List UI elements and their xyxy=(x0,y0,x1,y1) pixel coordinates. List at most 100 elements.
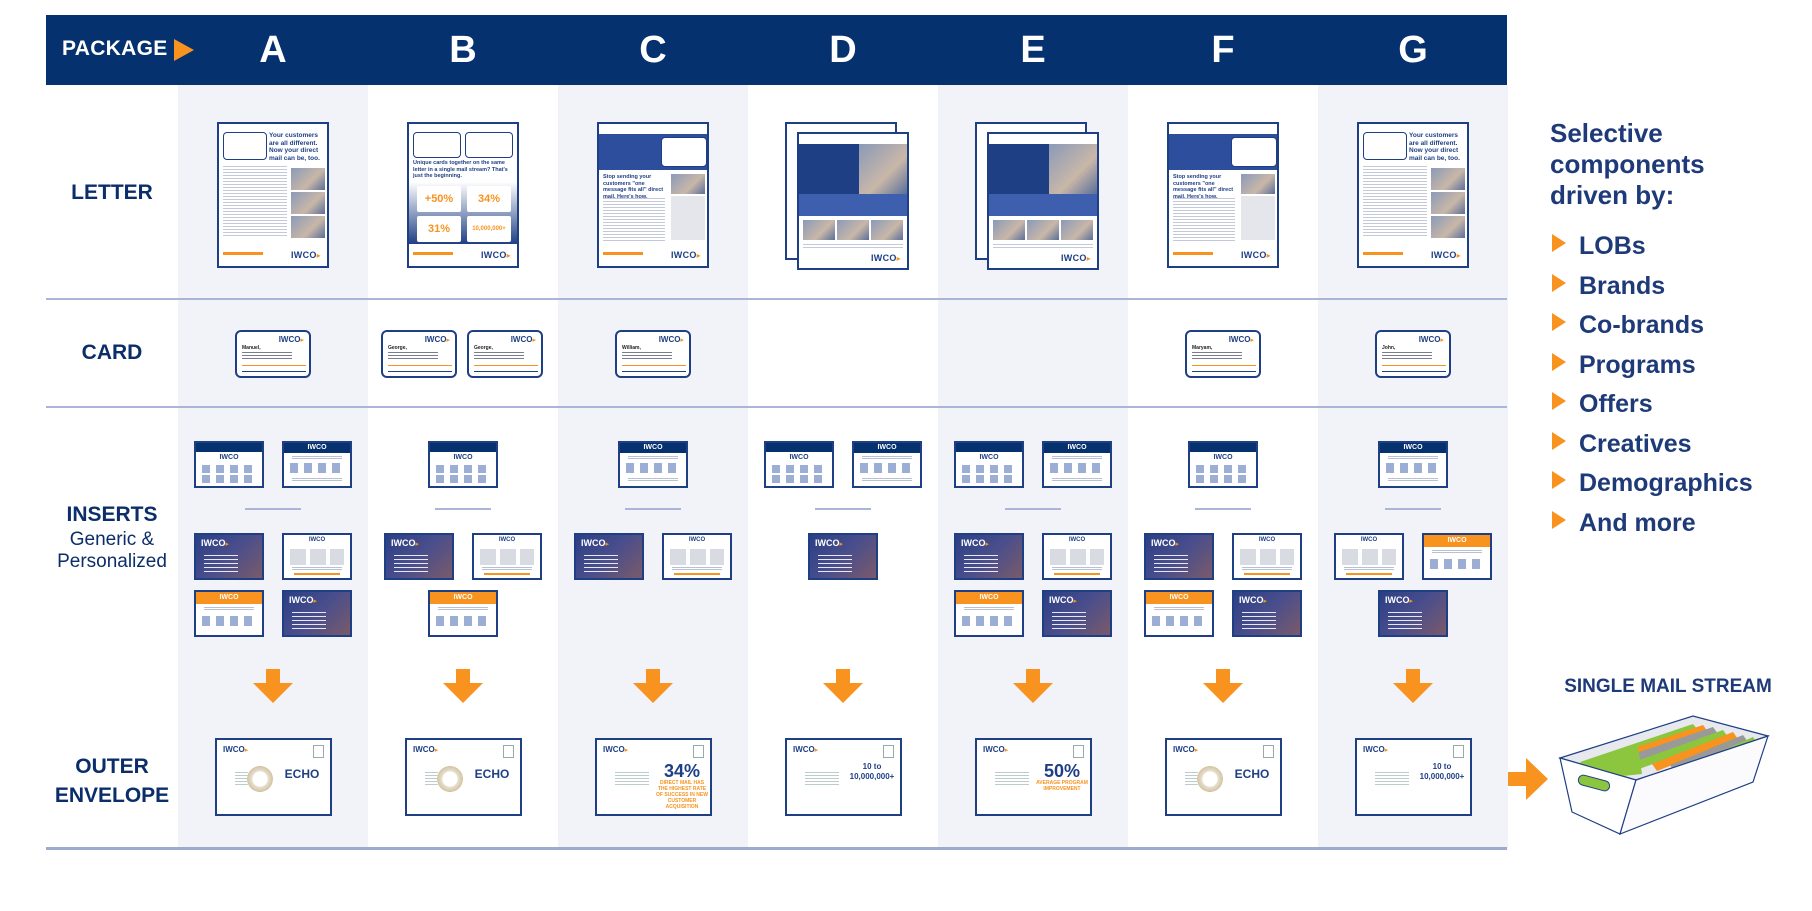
envelope-promo-text: ECHO xyxy=(474,767,510,781)
row-divider-bottom xyxy=(46,847,1507,850)
insert-header: IWCO xyxy=(196,592,262,604)
insert-orange-services: IWCO xyxy=(194,590,264,637)
insert-orange-services: IWCO xyxy=(1144,590,1214,637)
insert-header: IWCO xyxy=(854,443,920,453)
insert-text xyxy=(438,607,488,611)
letter-body-text xyxy=(803,244,903,250)
partner-logos xyxy=(772,475,826,483)
insert-text xyxy=(1242,567,1292,571)
insert-logo: IWCO xyxy=(1360,537,1378,543)
card-cta-line xyxy=(242,365,306,366)
letter-hero-photo xyxy=(1049,144,1097,194)
outer-envelope: IWCO 10 to 10,000,000+ xyxy=(785,738,902,816)
insert-text xyxy=(1052,456,1102,460)
column-header-a: A xyxy=(259,29,287,71)
card-footer-line xyxy=(242,371,306,372)
letter-body-text xyxy=(603,198,665,242)
insert-group-divider xyxy=(435,508,491,510)
outer-envelope: IWCO 34%DIRECT MAIL HAS THE HIGHEST RATE … xyxy=(595,738,712,816)
card-recipient-name: George, xyxy=(474,345,493,351)
insert-text xyxy=(1388,612,1422,630)
bullet-arrow-icon xyxy=(1552,510,1566,529)
letter-mini-card xyxy=(465,132,513,158)
row-label-letter: LETTER xyxy=(71,181,153,204)
insert-logo: IWCO xyxy=(289,595,317,605)
service-icons xyxy=(1430,559,1484,569)
iwco-logo: IWCO xyxy=(413,745,438,754)
insert-photo-just-for-her: IWCO xyxy=(384,533,454,580)
partner-logos xyxy=(1196,465,1250,473)
map-thumbnails xyxy=(670,549,724,565)
down-arrow-icon xyxy=(1013,669,1053,703)
iwco-logo: IWCO xyxy=(1061,253,1091,263)
insert-group-divider xyxy=(625,508,681,510)
iwco-logo: IWCO xyxy=(481,250,511,260)
partner-logos xyxy=(436,475,490,483)
reply-card: IWCO John, xyxy=(1375,330,1451,378)
driver-item: Creatives xyxy=(1552,430,1692,459)
letter-headline: Your customers are all different. Now yo… xyxy=(1409,132,1460,162)
insert-logo: IWCO xyxy=(1258,537,1276,543)
insert-cta xyxy=(1346,573,1392,575)
insert-transform-connect: IWCO xyxy=(1042,441,1112,488)
partner-logos xyxy=(202,475,256,483)
insert-header xyxy=(196,443,262,452)
driver-item: Programs xyxy=(1552,351,1696,380)
echo-award-icon xyxy=(437,762,463,796)
iwco-logo: IWCO xyxy=(1363,745,1388,754)
insert-text xyxy=(292,456,342,460)
bullet-arrow-icon xyxy=(1552,313,1566,331)
letter-photo xyxy=(291,192,325,214)
insert-text xyxy=(818,555,852,573)
iwco-logo: IWCO xyxy=(279,335,304,344)
insert-text xyxy=(482,567,532,571)
letter-cta xyxy=(603,252,643,255)
iwco-logo: IWCO xyxy=(511,335,536,344)
letter-stat: 34% xyxy=(467,186,511,212)
insert-logo: IWCO xyxy=(391,538,419,548)
card-cta-line xyxy=(622,365,686,366)
insert-header: IWCO xyxy=(956,592,1022,604)
card-cta-line xyxy=(1382,365,1446,366)
insert-photo-just-for-her: IWCO xyxy=(194,533,264,580)
inserts-subtitle-2: Personalized xyxy=(57,551,167,572)
letter-services-box xyxy=(1241,196,1275,240)
reply-card: IWCO Manuel, xyxy=(235,330,311,378)
insert-text xyxy=(292,478,342,482)
letter-photo xyxy=(1431,168,1465,190)
service-icons xyxy=(436,616,490,626)
postage-indicia xyxy=(693,745,704,758)
insert-orange-services: IWCO xyxy=(954,590,1024,637)
envelope-promo: 34% DIRECT MAIL HAS THE HIGHEST RATE OF S… xyxy=(655,762,709,810)
insert-header xyxy=(430,443,496,452)
insert-text xyxy=(1432,550,1482,554)
column-header-b: B xyxy=(449,29,477,71)
insert-locations-map: IWCO xyxy=(1232,533,1302,580)
row-label-card: CARD xyxy=(81,341,143,364)
insert-header: IWCO xyxy=(1044,443,1110,453)
card-cta-line xyxy=(388,365,452,366)
insert-locations-map: IWCO xyxy=(662,533,732,580)
iwco-logo: IWCO xyxy=(871,253,901,263)
postage-indicia xyxy=(1073,745,1084,758)
driver-item: Demographics xyxy=(1552,469,1753,498)
insert-logo: IWCO xyxy=(815,538,843,548)
envelope-promo-text: ECHO xyxy=(284,767,320,781)
iwco-logo: IWCO xyxy=(603,745,628,754)
insert-text xyxy=(1052,478,1102,482)
card-cta-line xyxy=(1192,365,1256,366)
title-line-1: Selective xyxy=(1550,118,1663,148)
outer-label-line2: ENVELOPE xyxy=(54,784,170,807)
postage-indicia xyxy=(1453,745,1464,758)
card-offer-text xyxy=(242,352,292,360)
insert-header: IWCO xyxy=(430,592,496,604)
partner-logos xyxy=(202,465,256,473)
insert-photo-just-for-her: IWCO xyxy=(954,533,1024,580)
insert-icons xyxy=(1050,463,1104,473)
card-footer-line xyxy=(474,371,538,372)
insert-icons xyxy=(860,463,914,473)
insert-photo-just-for-her: IWCO xyxy=(808,533,878,580)
letter-page: Stop sending your customers "one message… xyxy=(1167,122,1279,268)
down-arrow-icon xyxy=(633,669,673,703)
letter-stat: 10,000,000+ xyxy=(467,216,511,242)
